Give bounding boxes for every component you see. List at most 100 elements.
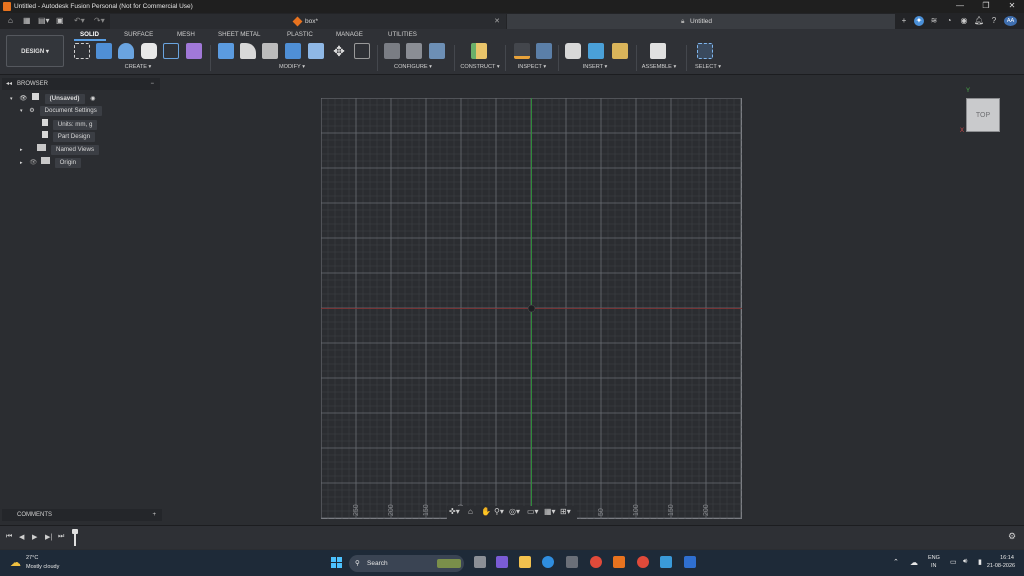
language-bottom[interactable]: IN [931,563,937,569]
chevron-down-icon[interactable]: ▾ [20,108,23,114]
browser-collapse-button[interactable]: − [150,78,154,90]
section-analysis-icon[interactable] [536,43,552,59]
job-status-icon[interactable]: ◔ [944,16,954,26]
group-construct[interactable]: CONSTRUCT ▾ [455,64,505,70]
timeline-settings-icon[interactable]: ⚙ [1008,531,1016,542]
select-icon[interactable] [697,43,713,59]
weather-desc[interactable]: Mostly cloudy [26,564,59,570]
browser-header[interactable]: ◂◂ BROWSER − [2,78,160,90]
play-icon[interactable]: ▶ [32,533,37,541]
configure-theme-icon[interactable] [429,43,445,59]
group-create[interactable]: CREATE ▾ [118,64,158,70]
chevron-right-icon[interactable]: ▸ [20,147,23,153]
chrome-icon[interactable] [590,556,602,568]
tree-part-design[interactable]: Part Design [42,131,160,142]
tab-close-icon[interactable]: ✕ [494,14,500,29]
weather-icon[interactable]: ☁ [10,556,21,569]
align-icon[interactable] [354,43,370,59]
windows-start-icon[interactable] [331,557,342,568]
go-to-start-icon[interactable]: ⏮ [6,533,12,541]
clock-time[interactable]: 16:14 [996,555,1018,561]
chamfer-icon[interactable] [262,43,278,59]
create-form-icon[interactable] [186,43,202,59]
notifications-icon[interactable]: ◉ [959,16,969,26]
undo-icon[interactable]: ↶▾ [74,15,85,27]
viewports-icon[interactable]: ⊞▾ [560,507,571,516]
edge-icon[interactable] [542,556,554,568]
fillet-icon[interactable] [240,43,256,59]
app-icon[interactable] [684,556,696,568]
clock-date[interactable]: 21-08-2026 [980,563,1022,569]
sketch-grid-canvas[interactable]: 25020015010050050100150200250 2502001501… [321,98,742,519]
collapse-arrow-icon[interactable]: ◂◂ [6,78,12,90]
step-forward-icon[interactable]: ▶| [45,533,52,541]
taskbar-search-box[interactable]: ⚲ Search [349,555,464,572]
create-sketch-icon[interactable] [74,43,90,59]
group-modify[interactable]: MODIFY ▾ [272,64,312,70]
copilot-icon[interactable] [496,556,508,568]
tree-origin[interactable]: ▸ 👁︎ Origin [20,157,160,168]
grid-settings-icon[interactable]: ▦▾ [544,507,556,516]
store-icon[interactable] [566,556,578,568]
timeline-marker-handle[interactable] [72,529,78,534]
offset-plane-icon[interactable] [471,43,487,59]
tab-surface[interactable]: SURFACE [124,31,153,38]
help-icon[interactable]: ? [989,16,999,26]
tab-box[interactable]: box* ✕ [110,14,506,29]
extrude-icon[interactable] [96,43,112,59]
tree-named-views[interactable]: ▸ Named Views [20,144,160,155]
maximize-button[interactable]: ❐ [977,0,995,13]
insert-image-icon[interactable] [588,43,604,59]
go-to-end-icon[interactable]: ⏭ [58,533,64,541]
tab-sheet-metal[interactable]: SHEET METAL [218,31,260,38]
move-icon[interactable]: ✥ [331,43,347,59]
show-hidden-icons-chevron[interactable]: ⌃ [893,558,899,566]
close-window-button[interactable]: ✕ [1003,0,1021,13]
step-back-icon[interactable]: ◀ [19,533,24,541]
display-settings-icon[interactable]: ▭▾ [527,507,539,516]
tab-mesh[interactable]: MESH [177,31,195,38]
fusion-taskbar-icon[interactable] [613,556,625,568]
zoom-icon[interactable]: ⚲▾ [494,507,504,516]
active-radio-icon[interactable]: ◉ [90,95,95,102]
look-at-icon[interactable]: ⌂ [468,507,473,516]
tab-solid[interactable]: SOLID [80,31,99,38]
eye-hidden-icon[interactable]: 👁︎ [29,159,37,166]
chevron-down-icon[interactable]: ▾ [10,96,13,102]
weather-temp[interactable]: 27°C [26,555,38,561]
bell-icon[interactable]: 🔔︎ [974,16,984,26]
workspace-switcher-button[interactable]: DESIGN ▾ [6,35,64,67]
grid-apps-icon[interactable]: ▦ [23,15,31,27]
fit-icon[interactable]: ◎▾ [509,507,520,516]
group-configure[interactable]: CONFIGURE ▾ [388,64,438,70]
chrome-profile-icon[interactable] [637,556,649,568]
save-icon[interactable]: ▣ [56,15,64,27]
tab-plastic[interactable]: PLASTIC [287,31,313,38]
tree-units[interactable]: Units: mm, g [42,119,160,130]
orbit-icon[interactable]: ✜▾ [449,507,460,516]
home-icon[interactable]: ⌂ [8,15,13,27]
group-assemble[interactable]: ASSEMBLE ▾ [636,64,682,70]
comments-panel[interactable]: COMMENTS + [2,509,162,521]
onedrive-icon[interactable]: ☁ [910,558,918,567]
tree-root[interactable]: ▾ 👁︎ (Unsaved) ◉ [10,93,160,104]
extensions-icon[interactable]: ✦ [914,16,924,26]
insert-mesh-icon[interactable] [612,43,628,59]
configure-table-icon[interactable] [384,43,400,59]
minimize-button[interactable]: — [951,0,969,13]
network-icon[interactable]: ▭ [950,558,957,566]
file-explorer-icon[interactable] [519,556,531,568]
chevron-right-icon[interactable]: ▸ [20,160,23,166]
redo-icon[interactable]: ↷▾ [94,15,105,27]
combine-icon[interactable] [308,43,324,59]
photos-icon[interactable] [660,556,672,568]
add-comment-button[interactable]: + [152,509,156,521]
group-inspect[interactable]: INSPECT ▾ [512,64,552,70]
shell-icon[interactable] [285,43,301,59]
origin-point[interactable] [527,304,536,313]
configure-rule-icon[interactable] [406,43,422,59]
group-insert[interactable]: INSERT ▾ [575,64,615,70]
task-view-icon[interactable] [474,556,486,568]
tab-manage[interactable]: MANAGE [336,31,363,38]
pattern-icon[interactable] [163,43,179,59]
